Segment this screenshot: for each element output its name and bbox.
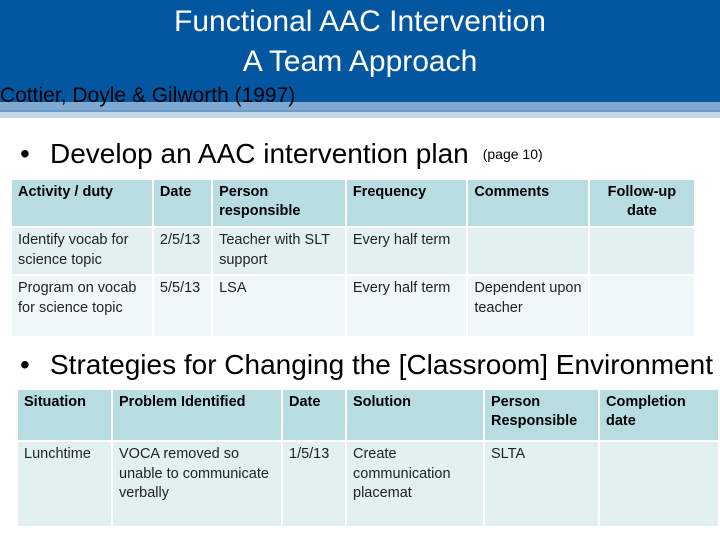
cell-frequency: Every half term [346, 228, 467, 274]
column-header-situation: Situation [18, 390, 111, 440]
cell-activity: Program on vocab for science topic [12, 276, 152, 336]
cell-frequency: Every half term [346, 276, 467, 336]
environment-strategies-table: Situation Problem Identified Date Soluti… [16, 388, 720, 528]
title-line-2: A Team Approach [242, 45, 478, 78]
column-header-person-responsible: Person Responsible [485, 390, 598, 440]
cell-follow-up-date [589, 228, 694, 274]
table-row: Program on vocab for science topic 5/5/1… [12, 276, 694, 336]
cell-follow-up-date [589, 276, 694, 336]
cell-person-responsible: LSA [213, 276, 345, 336]
column-header-date: Date [283, 390, 345, 440]
subtitle-citation: Cottier, Doyle & Gilworth (1997) [0, 84, 296, 107]
cell-person-responsible: SLTA [485, 442, 598, 526]
column-header-completion-date: Completion date [600, 390, 718, 440]
bullet-icon: • [20, 138, 30, 169]
cell-comments [468, 228, 588, 274]
cell-situation: Lunchtime [18, 442, 111, 526]
cell-date: 5/5/13 [153, 276, 212, 336]
column-header-person-responsible: Person responsible [213, 180, 345, 226]
cell-date: 1/5/13 [283, 442, 345, 526]
cell-person-responsible: Teacher with SLT support [213, 228, 345, 274]
section-heading-intervention-plan: • Develop an AAC intervention plan (page 1… [20, 138, 543, 170]
title-line-1: Functional AAC Intervention [174, 5, 546, 38]
table-row: Identify vocab for science topic 2/5/13 … [12, 228, 694, 274]
column-header-problem-identified: Problem Identified [113, 390, 281, 440]
banner-stripe-light [0, 112, 720, 118]
cell-date: 2/5/13 [153, 228, 212, 274]
column-header-comments: Comments [468, 180, 588, 226]
section-heading-environment-strategies: • Strategies for Changing the [Classroom]… [20, 349, 713, 381]
cell-activity: Identify vocab for science topic [12, 228, 152, 274]
bullet-icon: • [20, 349, 30, 380]
intervention-plan-table: Activity / duty Date Person responsible … [10, 178, 696, 338]
page-reference: (page 10) [482, 146, 543, 162]
column-header-date: Date [153, 180, 212, 226]
table-header-row: Activity / duty Date Person responsible … [12, 180, 694, 226]
heading-text: Develop an AAC intervention plan [50, 138, 469, 169]
table-row: Lunchtime VOCA removed so unable to comm… [18, 442, 718, 526]
cell-completion-date [600, 442, 718, 526]
cell-comments: Dependent upon teacher [468, 276, 588, 336]
cell-solution: Create communication placemat [347, 442, 483, 526]
column-header-activity: Activity / duty [12, 180, 152, 226]
table-header-row: Situation Problem Identified Date Soluti… [18, 390, 718, 440]
cell-problem-identified: VOCA removed so unable to communicate ve… [113, 442, 281, 526]
column-header-solution: Solution [347, 390, 483, 440]
heading-text: Strategies for Changing the [Classroom] … [50, 349, 713, 380]
column-header-follow-up-date: Follow-up date [589, 180, 694, 226]
column-header-frequency: Frequency [346, 180, 467, 226]
